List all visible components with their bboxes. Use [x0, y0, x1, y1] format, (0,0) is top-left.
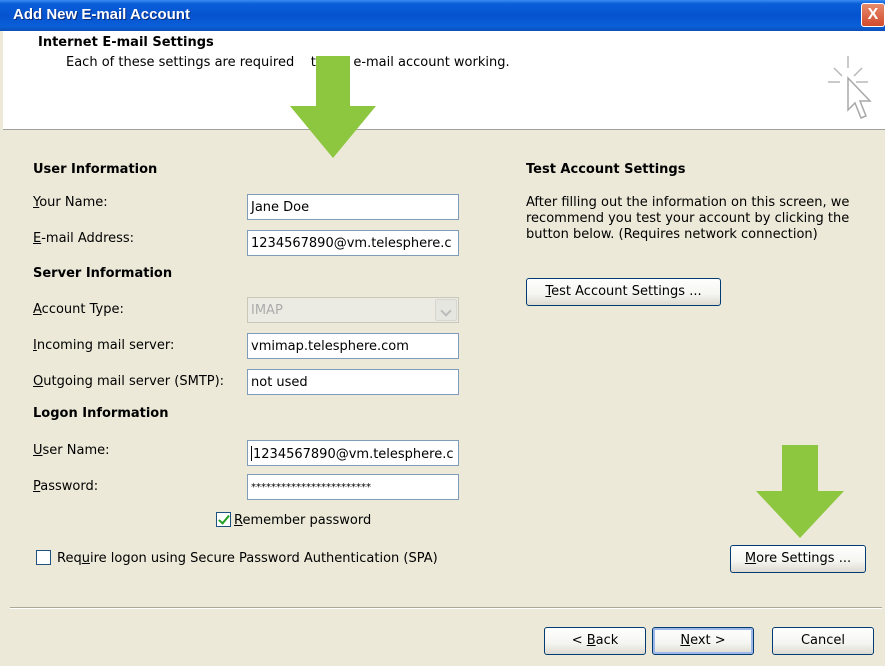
footer-separator [10, 607, 882, 609]
outgoing-server-input[interactable]: not used [247, 369, 459, 395]
password-label: Password: [33, 479, 99, 494]
remember-password-label[interactable]: Remember password [234, 513, 371, 528]
incoming-server-input[interactable]: vmimap.telesphere.com [247, 333, 459, 359]
spa-label[interactable]: Require logon using Secure Password Auth… [57, 551, 438, 566]
incoming-server-label: Incoming mail server: [33, 338, 175, 353]
account-type-label: Account Type: [33, 302, 124, 317]
account-type-value: IMAP [251, 303, 283, 318]
test-account-description: After filling out the information on thi… [526, 195, 850, 242]
annotation-arrow-icon [756, 445, 844, 538]
server-information-heading: Server Information [33, 266, 173, 281]
account-type-select: IMAP [247, 297, 459, 323]
test-account-heading: Test Account Settings [526, 162, 686, 177]
outgoing-server-label: Outgoing mail server (SMTP): [33, 374, 225, 389]
title-bar: Add New E-mail Account X [0, 0, 885, 31]
combo-dropdown-icon [435, 299, 457, 321]
spa-checkbox[interactable] [36, 550, 51, 565]
logon-information-heading: Logon Information [33, 406, 169, 421]
window-title: Add New E-mail Account [13, 6, 190, 23]
header-title: Internet E-mail Settings [38, 35, 214, 50]
cancel-button[interactable]: Cancel [772, 627, 874, 655]
user-name-label: User Name: [33, 443, 110, 458]
password-input[interactable]: ************************ [247, 474, 459, 500]
close-icon: X [867, 6, 879, 23]
your-name-input[interactable]: Jane Doe [247, 194, 459, 220]
close-button[interactable]: X [861, 3, 885, 27]
your-name-label: Your Name: [33, 195, 108, 210]
user-information-heading: User Information [33, 162, 158, 177]
test-account-settings-button[interactable]: Test Account Settings ... [526, 278, 721, 306]
more-settings-button[interactable]: More Settings ... [730, 545, 866, 573]
annotation-arrow-icon [290, 56, 376, 158]
text-caret [251, 446, 252, 461]
back-button[interactable]: < Back [544, 627, 646, 655]
wizard-cursor-icon [828, 56, 872, 119]
user-name-input[interactable]: 1234567890@vm.telesphere.c [247, 440, 459, 466]
user-name-value: 1234567890@vm.telesphere.c [253, 447, 454, 462]
next-button[interactable]: Next > [652, 627, 754, 655]
email-address-label: E-mail Address: [33, 231, 135, 246]
remember-password-checkbox[interactable] [216, 512, 231, 527]
email-address-input[interactable]: 1234567890@vm.telesphere.c [247, 230, 459, 256]
